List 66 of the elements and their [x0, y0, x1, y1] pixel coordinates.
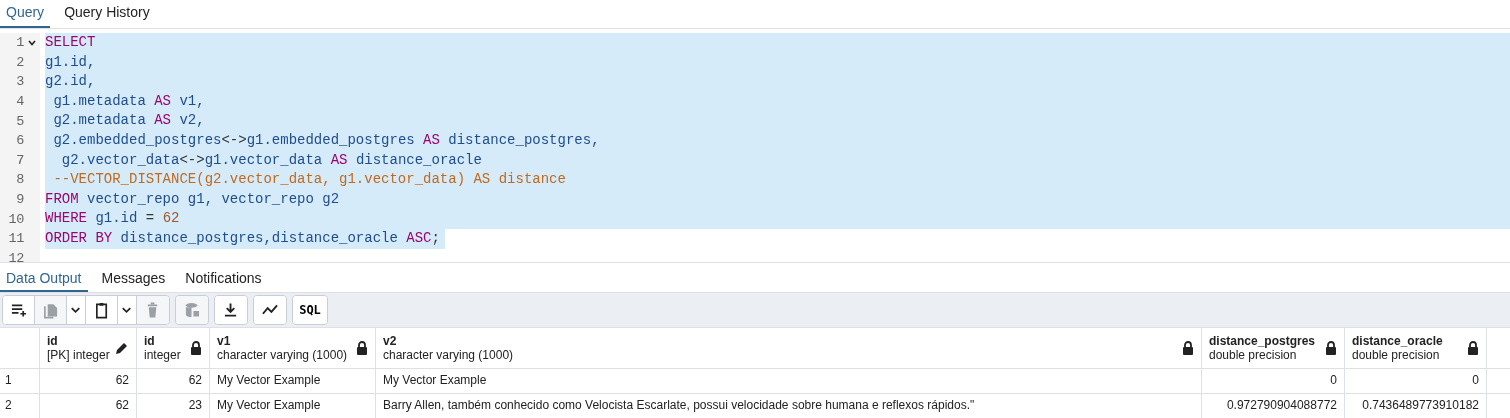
line-number: 6 — [15, 133, 24, 149]
code-line: g1.metadata AS v1, — [52, 91, 205, 111]
line-number: 7 — [15, 152, 24, 168]
column-name: v1 — [217, 334, 232, 348]
line-number: 5 — [15, 113, 24, 129]
table-cell: 62 — [40, 394, 137, 418]
clipboard-icon — [93, 301, 110, 319]
column-type: double precision — [1352, 348, 1441, 362]
line-number: 3 — [15, 74, 24, 90]
table-cell: 62 — [137, 369, 210, 393]
column-type: character varying (1000) — [383, 348, 515, 362]
copy-icon — [42, 301, 59, 319]
tab[interactable]: Notifications — [179, 265, 268, 292]
table-cell: My Vector Example — [210, 394, 376, 418]
table-cell: My Vector Example — [376, 369, 1202, 393]
column-name: id — [47, 334, 59, 348]
fold-caret-icon[interactable] — [27, 38, 37, 47]
line-number: 10 — [7, 211, 24, 227]
code-line: ORDER BY distance_postgres,distance_oracle ASC; — [45, 228, 440, 248]
add-row-icon — [10, 301, 27, 319]
sql-button[interactable]: SQL — [293, 296, 327, 324]
column-type: double precision — [1209, 348, 1298, 362]
code-line: FROM vector_repo g1, vector_repo g2 — [45, 189, 340, 209]
column-name: v2 — [383, 334, 398, 348]
table-cell: 62 — [40, 369, 137, 393]
table-cell: Barry Allen, também conhecido como Velocista Escarlate, possui velocidade sobre humana e reflexos rápidos." — [376, 394, 1202, 418]
column-type: [PK] integer — [47, 348, 111, 362]
tab[interactable]: Messages — [95, 265, 172, 292]
table-cell: 23 — [137, 394, 210, 418]
line-number: 2 — [15, 54, 24, 70]
tab[interactable]: Query — [0, 0, 51, 28]
code-line: g1.id, — [45, 52, 96, 72]
column-header[interactable]: v2 character varying (1000) — [376, 328, 1202, 368]
download-icon — [223, 301, 239, 319]
toolbar-button[interactable] — [215, 296, 247, 324]
table-cell: 0.972790904088772 — [1202, 394, 1345, 418]
code-line: g2.vector_data<->g1.vector_data AS distance_oracle — [60, 150, 482, 170]
column-header[interactable]: id integer — [137, 328, 210, 368]
line-number: 12 — [7, 250, 24, 262]
table-cell: 0 — [1202, 369, 1345, 393]
line-number: 9 — [15, 192, 24, 208]
database-icon — [184, 301, 200, 319]
toolbar-button[interactable] — [3, 296, 35, 324]
column-type: integer — [144, 348, 182, 362]
code-line: g2.metadata AS v2, — [52, 111, 205, 131]
row-number: 2 — [0, 394, 40, 418]
code-line: g2.embedded_postgres<->g1.embedded_postgres AS distance_postgres, — [52, 130, 600, 150]
column-header[interactable]: id [PK] integer — [40, 328, 137, 368]
column-type: character varying (1000) — [217, 348, 349, 362]
line-number: 11 — [7, 231, 24, 247]
code-line: g2.id, — [45, 72, 96, 92]
column-name: distance_oracle — [1352, 334, 1444, 348]
code-line: WHERE g1.id = 62 — [45, 209, 180, 229]
column-header[interactable]: v1 character varying (1000) — [210, 328, 376, 368]
column-name: distance_postgres — [1209, 334, 1317, 348]
code-line: SELECT — [45, 33, 96, 52]
column-name: id — [144, 334, 156, 348]
line-number: 4 — [15, 94, 24, 110]
column-header[interactable]: distance_postgres double precision — [1202, 328, 1345, 368]
table-cell: My Vector Example — [210, 369, 376, 393]
line-number: 1 — [15, 35, 24, 51]
tab[interactable]: Query History — [58, 0, 156, 28]
row-number: 1 — [0, 369, 40, 393]
code-line: --VECTOR_DISTANCE(g2.vector_data, g1.vector_data) AS distance — [52, 170, 566, 190]
toolbar-button[interactable] — [254, 296, 286, 324]
line-number: 8 — [15, 172, 24, 188]
